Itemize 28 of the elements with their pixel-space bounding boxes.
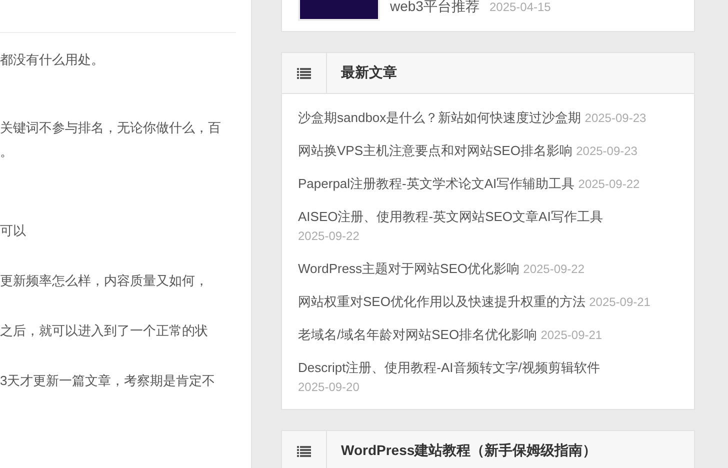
list-icon [297,68,311,78]
post-link[interactable]: AISEO注册、使用教程-英文网站SEO文章AI写作工具 [298,209,603,224]
post-link[interactable]: 网站换VPS主机注意要点和对网站SEO排名影响 [298,143,572,158]
widget-title: 最新文章 [340,63,397,82]
paragraph-text: 更新频率怎么样，内容质量又如何， [0,272,209,290]
paragraph-text: 关键词不参与排名，无论你做什么，百 [0,119,222,137]
widget-title: WordPress建站教程（新手保姆级指南） [340,441,597,460]
post-link[interactable]: Descript注册、使用教程-AI音频转文字/视频剪辑软件 [298,360,600,375]
post-date: 2025-04-15 [489,0,551,14]
post-link[interactable]: Paperpal注册教程-英文学术论文AI写作辅助工具 [298,176,575,191]
post-date: 2025-09-21 [540,328,602,342]
paragraph-text: 3天才更新一篇文章，考察期是肯定不 [0,372,216,390]
list-icon [297,446,311,456]
paragraph-text: 之后，就可以进入到了一个正常的状 [0,322,209,340]
post-link[interactable]: 老域名/域名年龄对网站SEO排名优化影响 [298,327,538,342]
post-date: 2025-09-23 [576,144,638,158]
post-date: 2025-09-22 [298,229,360,243]
post-date: 2025-09-20 [298,380,360,394]
post-date: 2025-09-21 [589,295,650,309]
paragraph-text: 。 [0,143,14,161]
post-date: 2025-09-22 [578,177,640,191]
paragraph-text: 都没有什么用处。 [0,51,105,69]
post-date: 2025-09-22 [523,262,585,276]
post-link[interactable]: 网站权重对SEO优化作用以及快速提升权重的方法 [298,294,586,309]
paragraph-text: 可以 [0,222,27,240]
post-link[interactable]: WordPress主题对于网站SEO优化影响 [298,261,520,276]
post-link[interactable]: 沙盒期sandbox是什么？新站如何快速度过沙盒期 [298,110,582,125]
post-date: 2025-09-23 [584,111,646,125]
